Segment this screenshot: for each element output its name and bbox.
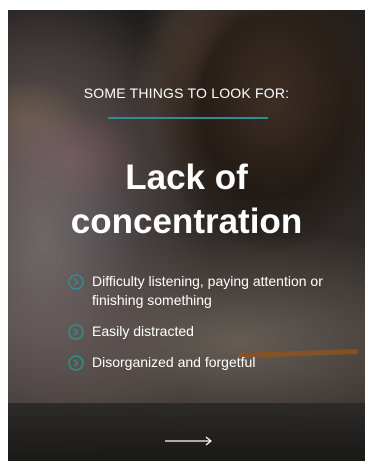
arrow-right-icon <box>165 436 212 446</box>
symptom-list: Difficulty listening, paying attention o… <box>68 272 348 384</box>
list-item-label: Easily distracted <box>92 323 194 339</box>
headline-line-2: concentration <box>70 202 303 241</box>
slide-card: SOME THINGS TO LOOK FOR: Lack of concent… <box>8 10 365 461</box>
list-item: Disorganized and forgetful <box>68 353 348 372</box>
chevron-right-circle-icon <box>68 355 84 371</box>
list-item: Easily distracted <box>68 322 348 341</box>
list-item: Difficulty listening, paying attention o… <box>68 272 348 310</box>
chevron-right-circle-icon <box>68 274 84 290</box>
list-item-label: Disorganized and forgetful <box>92 354 256 370</box>
headline-line-1: Lack of <box>125 158 248 197</box>
slide-content: SOME THINGS TO LOOK FOR: Lack of concent… <box>8 10 365 461</box>
list-item-label: Difficulty listening, paying attention o… <box>92 273 323 308</box>
next-slide-button[interactable] <box>163 432 215 450</box>
chevron-right-circle-icon <box>68 324 84 340</box>
accent-divider <box>108 117 268 119</box>
kicker-text: SOME THINGS TO LOOK FOR: <box>83 85 290 101</box>
headline: Lack of concentration <box>8 156 365 244</box>
